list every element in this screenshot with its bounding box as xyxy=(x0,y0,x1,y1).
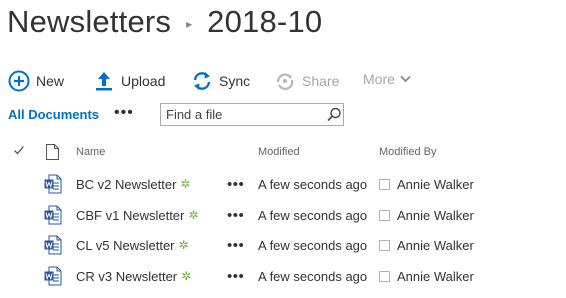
modified-by-cell: Annie Walker xyxy=(379,230,474,260)
upload-button-label: Upload xyxy=(121,73,166,89)
share-button[interactable]: Share xyxy=(274,70,339,92)
upload-button[interactable]: Upload xyxy=(93,70,165,92)
more-button[interactable]: More xyxy=(363,71,411,87)
modified-cell: A few seconds ago xyxy=(258,176,368,192)
file-name-link[interactable]: BC v2 Newsletter xyxy=(76,177,176,192)
row-actions-menu[interactable]: ••• xyxy=(227,230,244,260)
row-actions-menu[interactable]: ••• xyxy=(227,200,244,230)
column-header-modified[interactable]: Modified xyxy=(258,146,300,158)
breadcrumb-item-newsletters[interactable]: Newsletters xyxy=(7,4,171,40)
upload-arrow-icon xyxy=(93,70,115,92)
checkmark-icon xyxy=(13,146,25,159)
word-document-icon xyxy=(44,200,62,230)
select-all-checkmark[interactable] xyxy=(13,144,25,159)
file-type-header[interactable] xyxy=(46,144,59,163)
row-actions-menu[interactable]: ••• xyxy=(227,169,244,199)
sync-button[interactable]: Sync xyxy=(191,70,250,92)
breadcrumb: Newsletters ▸ 2018-10 xyxy=(7,0,322,44)
modified-cell: A few seconds ago xyxy=(258,207,368,223)
share-icon xyxy=(274,70,296,92)
file-name-cell: BC v2 Newsletter ✲ xyxy=(76,169,190,199)
sync-button-label: Sync xyxy=(219,73,251,89)
new-item-icon: ✲ xyxy=(180,177,191,191)
new-item-icon: ✲ xyxy=(178,238,189,252)
modified-by-name[interactable]: Annie Walker xyxy=(397,177,474,192)
new-item-icon: ✲ xyxy=(188,208,199,222)
word-document-icon xyxy=(44,169,62,199)
share-button-label: Share xyxy=(302,73,340,89)
search-input[interactable] xyxy=(161,104,321,125)
word-document-icon xyxy=(44,230,62,260)
new-button-label: New xyxy=(36,73,65,89)
breadcrumb-separator: ▸ xyxy=(186,17,193,31)
presence-indicator-icon xyxy=(379,270,390,282)
search-icon[interactable] xyxy=(325,106,343,124)
table-row[interactable]: CL v5 Newsletter ✲ ••• A few seconds ago… xyxy=(0,230,566,260)
table-row[interactable]: BC v2 Newsletter ✲ ••• A few seconds ago… xyxy=(0,169,566,199)
modified-cell: A few seconds ago xyxy=(258,268,368,284)
view-selector-all-documents[interactable]: All Documents xyxy=(8,107,99,122)
modified-by-cell: Annie Walker xyxy=(379,200,474,230)
file-name-link[interactable]: CBF v1 Newsletter xyxy=(76,208,184,223)
new-item-icon: ✲ xyxy=(181,269,192,283)
row-actions-menu[interactable]: ••• xyxy=(227,261,244,291)
plus-circle-icon xyxy=(8,70,30,92)
search-box xyxy=(160,103,344,126)
table-row[interactable]: CR v3 Newsletter ✲ ••• A few seconds ago… xyxy=(0,261,566,291)
modified-by-name[interactable]: Annie Walker xyxy=(397,269,474,284)
modified-by-name[interactable]: Annie Walker xyxy=(397,208,474,223)
modified-cell: A few seconds ago xyxy=(258,237,368,253)
table-row[interactable]: CBF v1 Newsletter ✲ ••• A few seconds ag… xyxy=(0,200,566,230)
word-document-icon xyxy=(44,261,62,291)
presence-indicator-icon xyxy=(379,178,390,190)
column-header-modified-by[interactable]: Modified By xyxy=(379,146,436,158)
chevron-down-icon xyxy=(400,72,411,86)
breadcrumb-item-current-folder: 2018-10 xyxy=(207,4,323,39)
document-icon xyxy=(46,144,59,163)
presence-indicator-icon xyxy=(379,209,390,221)
modified-by-cell: Annie Walker xyxy=(379,169,474,199)
column-header-name[interactable]: Name xyxy=(76,146,105,158)
file-name-link[interactable]: CR v3 Newsletter xyxy=(76,269,177,284)
modified-by-cell: Annie Walker xyxy=(379,261,474,291)
presence-indicator-icon xyxy=(379,239,390,251)
file-name-link[interactable]: CL v5 Newsletter xyxy=(76,238,175,253)
file-name-cell: CBF v1 Newsletter ✲ xyxy=(76,200,198,230)
file-name-cell: CR v3 Newsletter ✲ xyxy=(76,261,191,291)
view-options-menu[interactable]: ••• xyxy=(114,104,134,122)
sync-icon xyxy=(191,70,213,92)
new-button[interactable]: New xyxy=(8,70,64,92)
file-name-cell: CL v5 Newsletter ✲ xyxy=(76,230,189,260)
modified-by-name[interactable]: Annie Walker xyxy=(397,238,474,253)
more-button-label: More xyxy=(363,71,395,87)
